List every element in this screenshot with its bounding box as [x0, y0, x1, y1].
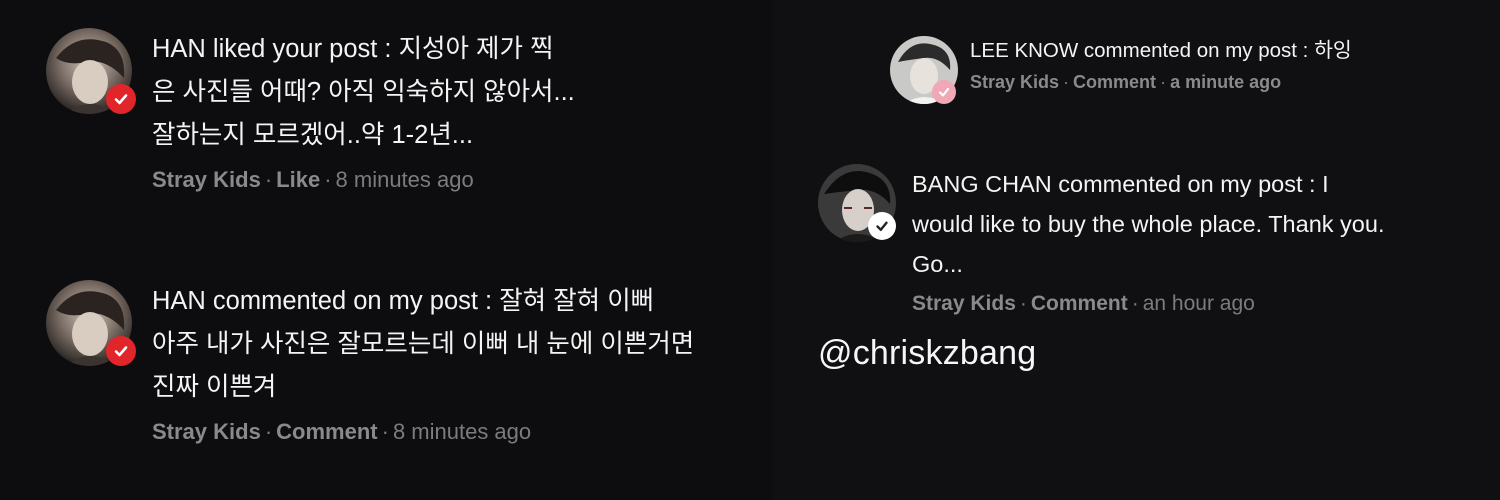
notification-text: HAN commented on my post : 잘혀 잘혀 이뻐 아주 내… [152, 280, 772, 445]
action-type: Comment [1030, 292, 1128, 315]
group-name: Stray Kids [970, 72, 1060, 92]
timestamp: a minute ago [1170, 72, 1282, 92]
notification-meta: Stray Kids · Comment · 8 minutes ago [152, 419, 532, 444]
notification-message: BANG CHAN commented on my post : I would… [912, 171, 1385, 277]
avatar-wrap [46, 280, 136, 366]
notification-message: HAN liked your post : 지성아 제가 찍 은 사진들 어때?… [152, 35, 575, 149]
group-name: Stray Kids [152, 419, 261, 444]
notification-text: HAN liked your post : 지성아 제가 찍 은 사진들 어때?… [152, 28, 772, 193]
avatar-wrap [890, 36, 958, 104]
timestamp: 8 minutes ago [392, 419, 532, 444]
action-type: Comment [276, 419, 378, 444]
avatar-wrap [818, 164, 896, 242]
notification-meta: Stray Kids · Comment · a minute ago [970, 72, 1282, 92]
timestamp: 8 minutes ago [335, 167, 474, 192]
verified-badge-icon [106, 84, 136, 114]
verified-badge-icon [868, 212, 896, 240]
watermark-handle: @chriskzbang [818, 334, 1037, 372]
action-type: Like [276, 167, 321, 192]
group-name: Stray Kids [152, 167, 261, 192]
verified-badge-icon [106, 336, 136, 366]
timestamp: an hour ago [1142, 292, 1255, 315]
verified-badge-icon [932, 80, 956, 104]
action-type: Comment [1073, 72, 1157, 92]
notification-text: LEE KNOW commented on my post : 하잉 Stray… [970, 36, 1500, 93]
notification-message: LEE KNOW commented on my post : 하잉 [970, 39, 1352, 62]
avatar-wrap [46, 28, 136, 114]
notification-meta: Stray Kids · Comment · an hour ago [912, 292, 1255, 315]
group-name: Stray Kids [912, 292, 1016, 315]
notification-meta: Stray Kids · Like · 8 minutes ago [152, 167, 474, 192]
notification-message: HAN commented on my post : 잘혀 잘혀 이뻐 아주 내… [152, 287, 695, 401]
notification-text: BANG CHAN commented on my post : I would… [912, 164, 1472, 316]
